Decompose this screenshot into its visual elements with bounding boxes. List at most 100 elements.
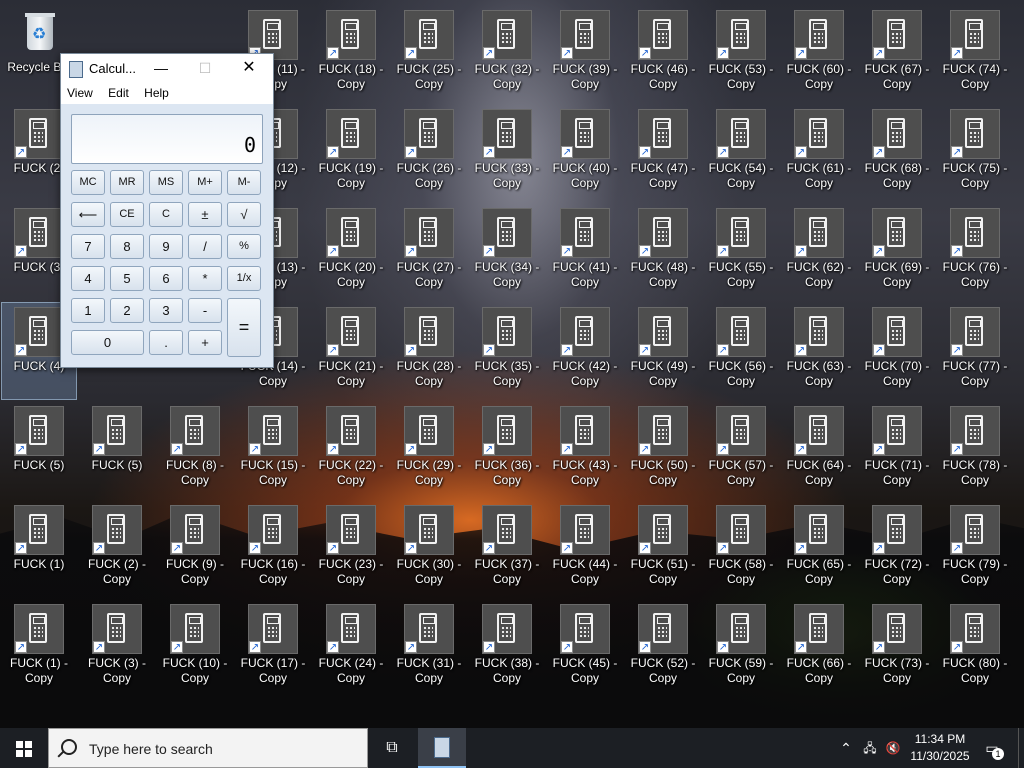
desktop-shortcut[interactable]: ↗ FUCK (31) - Copy (392, 600, 466, 696)
desktop-shortcut[interactable]: ↗ FUCK (53) - Copy (704, 6, 778, 102)
key-percent[interactable]: % (227, 234, 261, 259)
desktop-shortcut[interactable]: ↗ FUCK (41) - Copy (548, 204, 622, 300)
calculator-titlebar[interactable]: Calcul... — ☐ ✕ (61, 54, 273, 82)
desktop-shortcut[interactable]: ↗ FUCK (60) - Copy (782, 6, 856, 102)
desktop-shortcut[interactable]: ↗ FUCK (17) - Copy (236, 600, 310, 696)
key-3[interactable]: 3 (149, 298, 183, 323)
desktop-shortcut[interactable]: ↗ FUCK (77) - Copy (938, 303, 1012, 399)
key-sqrt[interactable]: √ (227, 202, 261, 227)
key-backspace[interactable]: ⟵ (71, 202, 105, 227)
desktop-shortcut[interactable]: ↗ FUCK (42) - Copy (548, 303, 622, 399)
desktop-shortcut[interactable]: ↗ FUCK (61) - Copy (782, 105, 856, 201)
desktop-shortcut[interactable]: ↗ FUCK (52) - Copy (626, 600, 700, 696)
maximize-button[interactable]: ☐ (183, 54, 227, 82)
desktop-shortcut[interactable]: ↗ FUCK (30) - Copy (392, 501, 466, 597)
desktop-shortcut[interactable]: ↗ FUCK (1) - Copy (2, 600, 76, 696)
system-clock[interactable]: 11:34 PM 11/30/2025 (908, 731, 972, 765)
desktop-shortcut[interactable]: ↗ FUCK (2) - Copy (80, 501, 154, 597)
desktop-shortcut[interactable]: ↗ FUCK (16) - Copy (236, 501, 310, 597)
desktop-shortcut[interactable]: ↗ FUCK (66) - Copy (782, 600, 856, 696)
desktop-shortcut[interactable]: ↗ FUCK (59) - Copy (704, 600, 778, 696)
desktop-shortcut[interactable]: ↗ FUCK (57) - Copy (704, 402, 778, 498)
desktop-shortcut[interactable]: ↗ FUCK (75) - Copy (938, 105, 1012, 201)
key-2[interactable]: 2 (110, 298, 144, 323)
key-0[interactable]: 0 (71, 330, 144, 355)
desktop-shortcut[interactable]: ↗ FUCK (29) - Copy (392, 402, 466, 498)
key-plus-minus[interactable]: ± (188, 202, 222, 227)
desktop-shortcut[interactable]: ↗ FUCK (5) (80, 402, 154, 498)
desktop-shortcut[interactable]: ↗ FUCK (1) (2, 501, 76, 597)
desktop-shortcut[interactable]: ↗ FUCK (35) - Copy (470, 303, 544, 399)
calculator-window[interactable]: Calcul... — ☐ ✕ View Edit Help 0 MC MR M… (60, 53, 274, 368)
desktop-shortcut[interactable]: ↗ FUCK (27) - Copy (392, 204, 466, 300)
desktop-shortcut[interactable]: ↗ FUCK (33) - Copy (470, 105, 544, 201)
desktop-shortcut[interactable]: ↗ FUCK (49) - Copy (626, 303, 700, 399)
desktop-shortcut[interactable]: ↗ FUCK (67) - Copy (860, 6, 934, 102)
volume-muted-icon[interactable]: 🔇 (882, 728, 904, 768)
menu-view[interactable]: View (61, 82, 99, 100)
desktop-shortcut[interactable]: ↗ FUCK (8) - Copy (158, 402, 232, 498)
desktop-shortcut[interactable]: ↗ FUCK (40) - Copy (548, 105, 622, 201)
desktop-shortcut[interactable]: ↗ FUCK (34) - Copy (470, 204, 544, 300)
desktop-shortcut[interactable]: ↗ FUCK (28) - Copy (392, 303, 466, 399)
desktop-shortcut[interactable]: ↗ FUCK (76) - Copy (938, 204, 1012, 300)
desktop-shortcut[interactable]: ↗ FUCK (32) - Copy (470, 6, 544, 102)
chevron-up-icon[interactable]: ⌃ (836, 728, 856, 768)
desktop-shortcut[interactable]: ↗ FUCK (73) - Copy (860, 600, 934, 696)
key-ms[interactable]: MS (149, 170, 183, 195)
desktop-shortcut[interactable]: ↗ FUCK (50) - Copy (626, 402, 700, 498)
key-divide[interactable]: / (188, 234, 222, 259)
desktop-shortcut[interactable]: ↗ FUCK (10) - Copy (158, 600, 232, 696)
desktop-shortcut[interactable]: ↗ FUCK (62) - Copy (782, 204, 856, 300)
key-mc[interactable]: MC (71, 170, 105, 195)
desktop-shortcut[interactable]: ↗ FUCK (48) - Copy (626, 204, 700, 300)
desktop-shortcut[interactable]: ↗ FUCK (70) - Copy (860, 303, 934, 399)
desktop-shortcut[interactable]: ↗ FUCK (58) - Copy (704, 501, 778, 597)
key-m-plus[interactable]: M+ (188, 170, 222, 195)
key-equals[interactable]: = (227, 298, 261, 357)
desktop-shortcut[interactable]: ↗ FUCK (24) - Copy (314, 600, 388, 696)
desktop-shortcut[interactable]: ↗ FUCK (80) - Copy (938, 600, 1012, 696)
key-1[interactable]: 1 (71, 298, 105, 323)
desktop-shortcut[interactable]: ↗ FUCK (79) - Copy (938, 501, 1012, 597)
search-box[interactable]: Type here to search (48, 728, 368, 768)
desktop-shortcut[interactable]: ↗ FUCK (47) - Copy (626, 105, 700, 201)
desktop-shortcut[interactable]: ↗ FUCK (21) - Copy (314, 303, 388, 399)
menu-edit[interactable]: Edit (102, 82, 135, 100)
key-add[interactable]: + (188, 330, 222, 355)
desktop-shortcut[interactable]: ↗ FUCK (69) - Copy (860, 204, 934, 300)
key-subtract[interactable]: - (188, 298, 222, 323)
desktop-shortcut[interactable]: ↗ FUCK (38) - Copy (470, 600, 544, 696)
desktop-shortcut[interactable]: ↗ FUCK (54) - Copy (704, 105, 778, 201)
key-c[interactable]: C (149, 202, 183, 227)
minimize-button[interactable]: — (139, 54, 183, 82)
desktop-shortcut[interactable]: ↗ FUCK (65) - Copy (782, 501, 856, 597)
network-icon[interactable]: 🖧 (860, 728, 880, 768)
key-6[interactable]: 6 (149, 266, 183, 291)
desktop-shortcut[interactable]: ↗ FUCK (23) - Copy (314, 501, 388, 597)
desktop-shortcut[interactable]: ↗ FUCK (43) - Copy (548, 402, 622, 498)
desktop-shortcut[interactable]: ↗ FUCK (3) - Copy (80, 600, 154, 696)
desktop-shortcut[interactable]: ↗ FUCK (46) - Copy (626, 6, 700, 102)
desktop-shortcut[interactable]: ↗ FUCK (44) - Copy (548, 501, 622, 597)
key-decimal[interactable]: . (149, 330, 183, 355)
desktop-shortcut[interactable]: ↗ FUCK (20) - Copy (314, 204, 388, 300)
desktop-shortcut[interactable]: ↗ FUCK (15) - Copy (236, 402, 310, 498)
desktop-shortcut[interactable]: ↗ FUCK (63) - Copy (782, 303, 856, 399)
desktop-shortcut[interactable]: ↗ FUCK (55) - Copy (704, 204, 778, 300)
taskbar-calculator-button[interactable] (418, 728, 466, 768)
desktop-shortcut[interactable]: ↗ FUCK (26) - Copy (392, 105, 466, 201)
key-reciprocal[interactable]: 1/x (227, 266, 261, 291)
task-view-icon[interactable]: ⧉ (382, 738, 402, 758)
action-center-icon[interactable]: ▭ 1 (980, 736, 1004, 760)
menu-help[interactable]: Help (138, 82, 175, 100)
show-desktop-button[interactable] (1018, 728, 1024, 768)
key-multiply[interactable]: * (188, 266, 222, 291)
desktop-shortcut[interactable]: ↗ FUCK (36) - Copy (470, 402, 544, 498)
close-button[interactable]: ✕ (227, 54, 271, 82)
key-7[interactable]: 7 (71, 234, 105, 259)
desktop-shortcut[interactable]: ↗ FUCK (64) - Copy (782, 402, 856, 498)
desktop-shortcut[interactable]: ↗ FUCK (45) - Copy (548, 600, 622, 696)
key-ce[interactable]: CE (110, 202, 144, 227)
desktop-shortcut[interactable]: ↗ FUCK (9) - Copy (158, 501, 232, 597)
